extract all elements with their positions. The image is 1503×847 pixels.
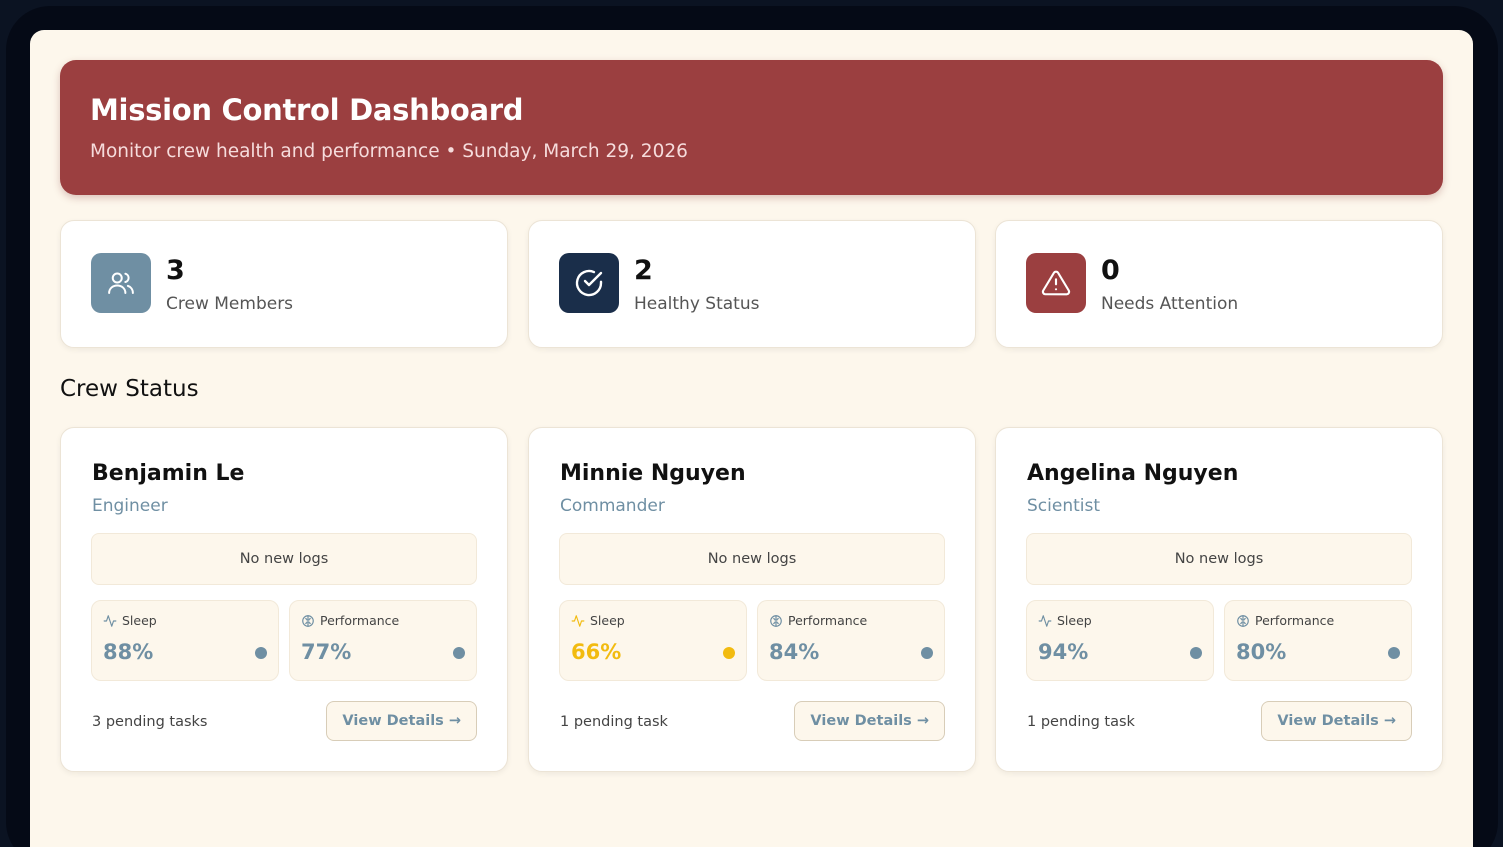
activity-icon: [1038, 614, 1052, 627]
stat-value: 0: [1101, 255, 1120, 286]
performance-status-dot: [921, 647, 933, 659]
sleep-status-dot: [723, 647, 735, 659]
sleep-metric: Sleep 66%: [559, 600, 747, 681]
performance-value: 80%: [1236, 640, 1287, 664]
performance-status-dot: [1388, 647, 1400, 659]
crew-name: Angelina Nguyen: [1027, 461, 1239, 486]
pending-tasks: 3 pending tasks: [92, 714, 208, 730]
crew-name: Minnie Nguyen: [560, 461, 746, 486]
log-status: No new logs: [91, 533, 477, 585]
users-icon: [91, 253, 151, 313]
sleep-status-dot: [255, 647, 267, 659]
crew-card-angelina-nguyen: Angelina Nguyen Scientist No new logs Sl…: [995, 427, 1443, 772]
brain-icon: [770, 614, 782, 627]
brain-icon: [1237, 614, 1249, 627]
sleep-value: 66%: [571, 640, 622, 664]
performance-label: Performance: [788, 613, 868, 628]
sleep-label: Sleep: [590, 613, 625, 628]
stat-label: Crew Members: [166, 294, 294, 314]
performance-metric: Performance 77%: [289, 600, 477, 681]
stat-label: Healthy Status: [634, 294, 760, 314]
sleep-label: Sleep: [1057, 613, 1092, 628]
alert-triangle-icon: [1026, 253, 1086, 313]
dashboard-screen: Mission Control Dashboard Monitor crew h…: [30, 30, 1473, 847]
pending-tasks: 1 pending task: [560, 714, 668, 730]
brain-icon: [302, 614, 314, 627]
performance-label: Performance: [1255, 613, 1335, 628]
sleep-metric: Sleep 94%: [1026, 600, 1214, 681]
crew-name: Benjamin Le: [92, 461, 245, 486]
performance-metric: Performance 80%: [1224, 600, 1412, 681]
stat-card-needs-attention: 0 Needs Attention: [995, 220, 1443, 348]
stat-value: 3: [166, 255, 185, 286]
stat-value: 2: [634, 255, 653, 286]
view-details-button[interactable]: View Details →: [326, 701, 477, 741]
sleep-metric: Sleep 88%: [91, 600, 279, 681]
dashboard-header: Mission Control Dashboard Monitor crew h…: [60, 60, 1443, 195]
view-details-button[interactable]: View Details →: [794, 701, 945, 741]
activity-icon: [571, 614, 585, 627]
stat-card-crew-members: 3 Crew Members: [60, 220, 508, 348]
log-status: No new logs: [559, 533, 945, 585]
sleep-status-dot: [1190, 647, 1202, 659]
crew-role: Scientist: [1027, 496, 1101, 516]
stat-label: Needs Attention: [1101, 294, 1239, 314]
performance-value: 84%: [769, 640, 820, 664]
log-status: No new logs: [1026, 533, 1412, 585]
performance-label: Performance: [320, 613, 400, 628]
sleep-label: Sleep: [122, 613, 157, 628]
sleep-value: 88%: [103, 640, 154, 664]
stat-card-healthy-status: 2 Healthy Status: [528, 220, 976, 348]
section-title-crew-status: Crew Status: [60, 376, 199, 402]
crew-card-benjamin-le: Benjamin Le Engineer No new logs Sleep 8…: [60, 427, 508, 772]
view-details-button[interactable]: View Details →: [1261, 701, 1412, 741]
performance-metric: Performance 84%: [757, 600, 945, 681]
performance-status-dot: [453, 647, 465, 659]
crew-card-minnie-nguyen: Minnie Nguyen Commander No new logs Slee…: [528, 427, 976, 772]
performance-value: 77%: [301, 640, 352, 664]
check-circle-icon: [559, 253, 619, 313]
crew-role: Engineer: [92, 496, 168, 516]
activity-icon: [103, 614, 117, 627]
crew-role: Commander: [560, 496, 665, 516]
sleep-value: 94%: [1038, 640, 1089, 664]
pending-tasks: 1 pending task: [1027, 714, 1135, 730]
page-subtitle: Monitor crew health and performance • Su…: [90, 141, 688, 162]
page-title: Mission Control Dashboard: [90, 93, 524, 127]
